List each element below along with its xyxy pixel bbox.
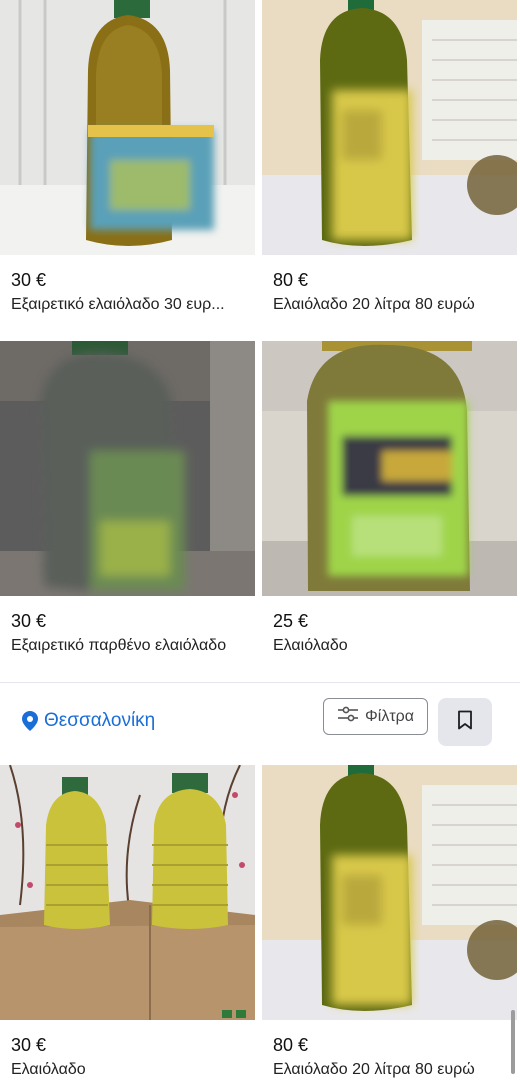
listing-title: Εξαιρετικό ελαιόλαδο 30 ευρ...: [11, 296, 225, 313]
filters-label: Φίλτρα: [365, 707, 414, 725]
listing-title: Ελαιόλαδο 20 λίτρα 80 ευρώ: [273, 296, 475, 313]
listing-price: 30 €: [11, 270, 47, 290]
scrollbar[interactable]: [511, 1010, 515, 1074]
listing-title: Ελαιόλαδο: [11, 1061, 86, 1078]
listing-title: Εξαιρετικό παρθένο ελαιόλαδο: [11, 637, 227, 654]
listing-price: 30 €: [11, 1035, 47, 1055]
sliders-icon: [337, 706, 359, 727]
location-label: Θεσσαλονίκη: [44, 710, 156, 731]
listing-photo[interactable]: [262, 341, 517, 596]
listing-card[interactable]: 25 € Ελαιόλαδο: [262, 341, 517, 654]
listing-photo[interactable]: [0, 341, 255, 596]
listing-photo[interactable]: [0, 765, 255, 1020]
listing-photo[interactable]: [262, 0, 517, 255]
listing-price: 80 €: [273, 1035, 309, 1055]
listing-title: Ελαιόλαδο 20 λίτρα 80 ευρώ: [273, 1061, 475, 1078]
listing-price: 80 €: [273, 270, 309, 290]
filters-button[interactable]: Φίλτρα: [323, 698, 428, 735]
map-pin-icon: [22, 711, 38, 731]
listing-price: 30 €: [11, 611, 47, 631]
section-divider: [0, 682, 520, 683]
listing-photo[interactable]: [262, 765, 517, 1020]
bookmark-icon: [457, 710, 473, 735]
location-selector[interactable]: Θεσσαλονίκη: [22, 710, 155, 732]
listing-title: Ελαιόλαδο: [273, 637, 348, 654]
listing-photo[interactable]: [0, 0, 255, 255]
listing-card[interactable]: 30 € Εξαιρετικό παρθένο ελαιόλαδο: [0, 341, 255, 654]
listing-card[interactable]: 80 € Ελαιόλαδο 20 λίτρα 80 ευρώ: [262, 0, 517, 313]
listing-card[interactable]: 30 € Εξαιρετικό ελαιόλαδο 30 ευρ...: [0, 0, 255, 313]
listing-card[interactable]: 30 € Ελαιόλαδο: [0, 765, 255, 1078]
save-search-button[interactable]: [438, 698, 492, 746]
listing-price: 25 €: [273, 611, 309, 631]
listing-card[interactable]: 80 € Ελαιόλαδο 20 λίτρα 80 ευρώ: [262, 765, 517, 1078]
